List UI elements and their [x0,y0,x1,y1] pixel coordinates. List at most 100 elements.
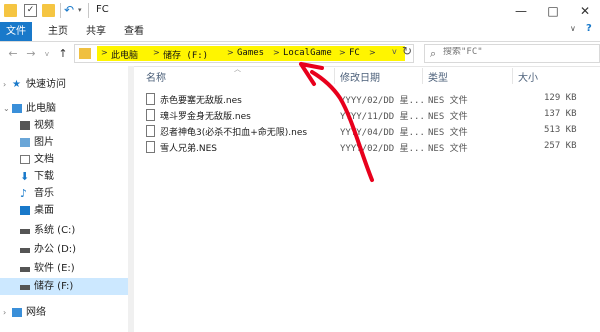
file-name: 赤色要塞无敌版.nes [160,96,242,106]
sidebar-item-drive-f[interactable]: 储存 (F:) [0,278,128,295]
file-icon [146,93,155,105]
sidebar-item-label: 软件 (E:) [34,263,75,274]
chevron-down-icon[interactable]: ⌄ [3,100,10,117]
column-label: 名称 [146,73,166,84]
close-button[interactable]: ✕ [572,2,598,20]
breadcrumb-this-pc[interactable]: 此电脑 [111,48,138,61]
computer-icon [12,104,22,113]
file-date: YYYY/02/DD 星... [340,96,425,106]
address-dropdown-icon[interactable]: v [392,47,397,56]
sidebar-item-label: 文档 [34,154,54,165]
file-row[interactable]: 赤色要塞无敌版.nes YYYY/02/DD 星... NES 文件 129 K… [140,92,600,107]
help-button[interactable]: ? [586,23,592,34]
file-row[interactable]: 忍者神龟3(必杀不扣血+命无限).nes YYYY/04/DD 星... NES… [140,124,600,139]
forward-arrow-icon[interactable]: → [24,46,38,62]
music-icon: ♪ [20,187,28,200]
expand-ribbon-icon[interactable]: ∨ [570,24,576,33]
breadcrumb-localgame[interactable]: LocalGame [283,48,332,58]
tab-share[interactable]: 共享 [80,22,112,41]
minimize-button[interactable]: — [508,2,534,20]
column-divider[interactable] [334,68,335,84]
undo-icon[interactable]: ↶ [64,3,74,17]
drive-icon [20,285,30,290]
sidebar-item-drive-d[interactable]: 办公 (D:) [0,241,128,258]
column-header-size[interactable]: 大小 [518,69,538,84]
sidebar-item-desktop[interactable]: 桌面 [0,202,128,219]
file-size: 513 KB [544,125,577,135]
network-icon [12,308,22,317]
sidebar-item-network[interactable]: › 网络 [0,304,128,321]
file-size: 137 KB [544,109,577,119]
chevron-right-icon[interactable]: > [369,48,376,57]
file-icon [146,125,155,137]
file-icon [146,109,155,121]
refresh-icon[interactable]: ↻ [402,44,412,58]
address-bar[interactable]: > 此电脑 > 储存 (F:) > Games > LocalGame > FC… [74,44,414,63]
search-icon: ⌕ [430,47,437,60]
column-label: 修改日期 [340,73,380,84]
sidebar-item-label: 此电脑 [26,103,56,114]
file-name: 魂斗罗金身无敌版.nes [160,112,251,122]
column-divider[interactable] [512,68,513,84]
recent-locations-icon[interactable]: v [40,46,54,62]
file-row[interactable]: 魂斗罗金身无敌版.nes YYYY/11/DD 星... NES 文件 137 … [140,108,600,123]
up-arrow-icon[interactable]: ↑ [56,46,70,62]
folder-icon [4,4,17,17]
chevron-right-icon[interactable]: › [3,304,6,321]
sidebar-item-drive-e[interactable]: 软件 (E:) [0,260,128,277]
sidebar-item-label: 桌面 [34,205,54,216]
column-divider[interactable] [422,68,423,84]
sidebar-item-label: 储存 (F:) [34,281,74,292]
file-type: NES 文件 [428,144,468,154]
column-label: 类型 [428,73,448,84]
sidebar-item-videos[interactable]: 视频 [0,117,128,134]
file-type: NES 文件 [428,96,468,106]
drive-icon [20,267,30,272]
tab-home[interactable]: 主页 [42,22,74,41]
chevron-right-icon[interactable]: > [153,48,160,57]
maximize-button[interactable]: □ [540,2,566,20]
search-input[interactable] [443,47,593,57]
breadcrumb-fc[interactable]: FC [349,48,360,58]
address-highlight: > 此电脑 > 储存 (F:) > Games > LocalGame > FC… [97,46,405,61]
file-icon [146,141,155,153]
sidebar-item-documents[interactable]: 文档 [0,151,128,168]
tab-file[interactable]: 文件 [0,22,32,41]
column-header-name[interactable]: 名称 [146,69,166,84]
column-header-type[interactable]: 类型 [428,69,448,84]
sidebar-item-label: 下载 [34,171,54,182]
chevron-right-icon[interactable]: > [339,48,346,57]
sidebar-item-downloads[interactable]: ⬇ 下载 [0,168,128,185]
search-box[interactable]: ⌕ [424,44,600,63]
file-row[interactable]: 雪人兄弟.NES YYYY/02/DD 星... NES 文件 257 KB [140,140,600,155]
sidebar-item-music[interactable]: ♪ 音乐 [0,185,128,202]
new-folder-icon[interactable] [42,4,55,17]
column-header-date[interactable]: 修改日期 [340,69,380,84]
quick-access-dropdown-icon[interactable]: ▾ [78,6,82,14]
sidebar-item-label: 图片 [34,137,54,148]
tab-view[interactable]: 查看 [118,22,150,41]
file-type: NES 文件 [428,112,468,122]
file-date: YYYY/04/DD 星... [340,128,425,138]
chevron-right-icon[interactable]: > [227,48,234,57]
file-type: NES 文件 [428,128,468,138]
folder-icon [79,48,91,59]
sort-up-icon: ︿ [234,65,241,73]
properties-icon[interactable]: ✓ [24,4,37,17]
chevron-right-icon[interactable]: › [3,76,6,93]
breadcrumb-drive-f[interactable]: 储存 (F:) [163,48,208,61]
chevron-right-icon[interactable]: > [273,48,280,57]
title-bar: ✓ ↶ ▾ FC — □ ✕ [0,0,600,22]
sidebar-item-label: 系统 (C:) [34,225,76,236]
file-name: 忍者神龟3(必杀不扣血+命无限).nes [160,128,308,138]
sidebar-item-quick-access[interactable]: › ★ 快速访问 [0,76,128,93]
sidebar-item-pictures[interactable]: 图片 [0,134,128,151]
back-arrow-icon[interactable]: ← [6,46,20,62]
picture-icon [20,138,30,147]
document-icon [20,155,30,164]
sidebar-item-this-pc[interactable]: ⌄ 此电脑 [0,100,128,117]
column-label: 大小 [518,73,538,84]
navigation-pane: › ★ 快速访问 ⌄ 此电脑 视频 图片 文档 ⬇ 下载 ♪ 音乐 桌面 系统 … [0,66,129,332]
breadcrumb-games[interactable]: Games [237,48,264,58]
sidebar-item-drive-c[interactable]: 系统 (C:) [0,222,128,239]
